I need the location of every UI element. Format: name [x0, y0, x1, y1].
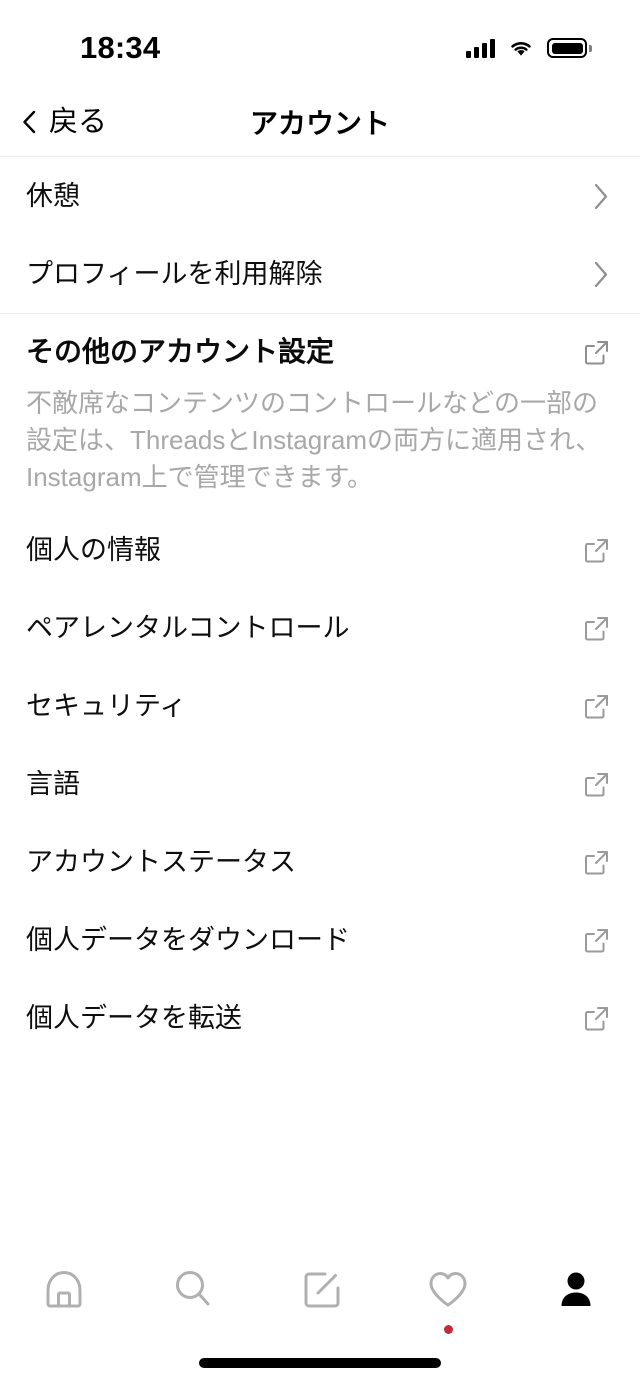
external-link-icon: [585, 1007, 608, 1031]
settings-list: 休憩 プロフィールを利用解除 その他のアカウント設定 不敵席なコンテンツのコント…: [0, 157, 640, 1240]
row-label: 休憩: [26, 180, 80, 211]
status-time: 18:34: [80, 30, 161, 65]
row-language[interactable]: 言語: [0, 746, 640, 824]
other-account-settings-section: その他のアカウント設定 不敵席なコンテンツのコントロールなどの一部の設定は、Th…: [0, 314, 640, 496]
chevron-right-icon: [594, 183, 608, 209]
app-screen: 18:34 戻る アカウント 休憩 プロフィールを利用解除 その他のアカウント設…: [0, 0, 640, 1387]
tab-profile[interactable]: [512, 1240, 640, 1387]
row-break[interactable]: 休憩: [0, 157, 640, 235]
bottom-tab-bar: [0, 1240, 640, 1387]
row-personal-information[interactable]: 個人の情報: [0, 512, 640, 590]
row-label: 言語: [26, 769, 80, 800]
wifi-icon: [511, 42, 531, 56]
chevron-rows-group: 休憩 プロフィールを利用解除: [0, 157, 640, 314]
chevron-left-icon: [23, 110, 36, 134]
external-link-icon: [585, 695, 608, 719]
battery-full-icon: [547, 38, 592, 58]
section-title: その他のアカウント設定: [26, 336, 335, 367]
home-icon: [46, 1271, 82, 1308]
external-link-icon: [585, 539, 608, 563]
row-label: プロフィールを利用解除: [26, 258, 323, 289]
row-label: 個人の情報: [26, 535, 161, 566]
row-label: 個人データを転送: [26, 1003, 242, 1034]
home-indicator: [199, 1358, 441, 1368]
row-label: セキュリティ: [26, 691, 187, 722]
external-rows-group: 個人の情報 ペアレンタルコントロール セキュリティ 言語 アカウントステータス …: [0, 512, 640, 1058]
row-deactivate-profile[interactable]: プロフィールを利用解除: [0, 235, 640, 313]
compose-icon: [304, 1272, 340, 1308]
back-button[interactable]: 戻る: [22, 105, 108, 138]
external-link-icon: [585, 773, 608, 797]
row-label: ペアレンタルコントロール: [26, 613, 350, 644]
row-label: アカウントステータス: [26, 847, 296, 878]
status-bar: 18:34: [0, 0, 640, 88]
section-description: 不敵席なコンテンツのコントロールなどの一部の設定は、ThreadsとInstag…: [26, 388, 602, 492]
row-parental-controls[interactable]: ペアレンタルコントロール: [0, 590, 640, 668]
search-icon: [176, 1271, 210, 1306]
external-link-icon: [585, 851, 608, 875]
row-security[interactable]: セキュリティ: [0, 668, 640, 746]
tab-home[interactable]: [0, 1240, 128, 1387]
chevron-right-icon: [594, 261, 608, 287]
signal-bars-icon: [466, 38, 495, 58]
heart-icon: [429, 1272, 467, 1307]
status-icons: [466, 38, 592, 58]
activity-badge-dot: [443, 1325, 453, 1334]
row-account-status[interactable]: アカウントステータス: [0, 824, 640, 902]
person-icon: [561, 1272, 591, 1306]
external-link-icon: [585, 929, 608, 953]
back-button-label: 戻る: [49, 105, 108, 138]
row-transfer-personal-data[interactable]: 個人データを転送: [0, 980, 640, 1058]
navigation-bar: 戻る アカウント: [0, 88, 640, 157]
row-download-personal-data[interactable]: 個人データをダウンロード: [0, 902, 640, 980]
external-link-icon: [585, 340, 608, 364]
section-header[interactable]: その他のアカウント設定: [26, 338, 610, 366]
external-link-icon: [585, 617, 608, 641]
row-label: 個人データをダウンロード: [26, 925, 350, 956]
